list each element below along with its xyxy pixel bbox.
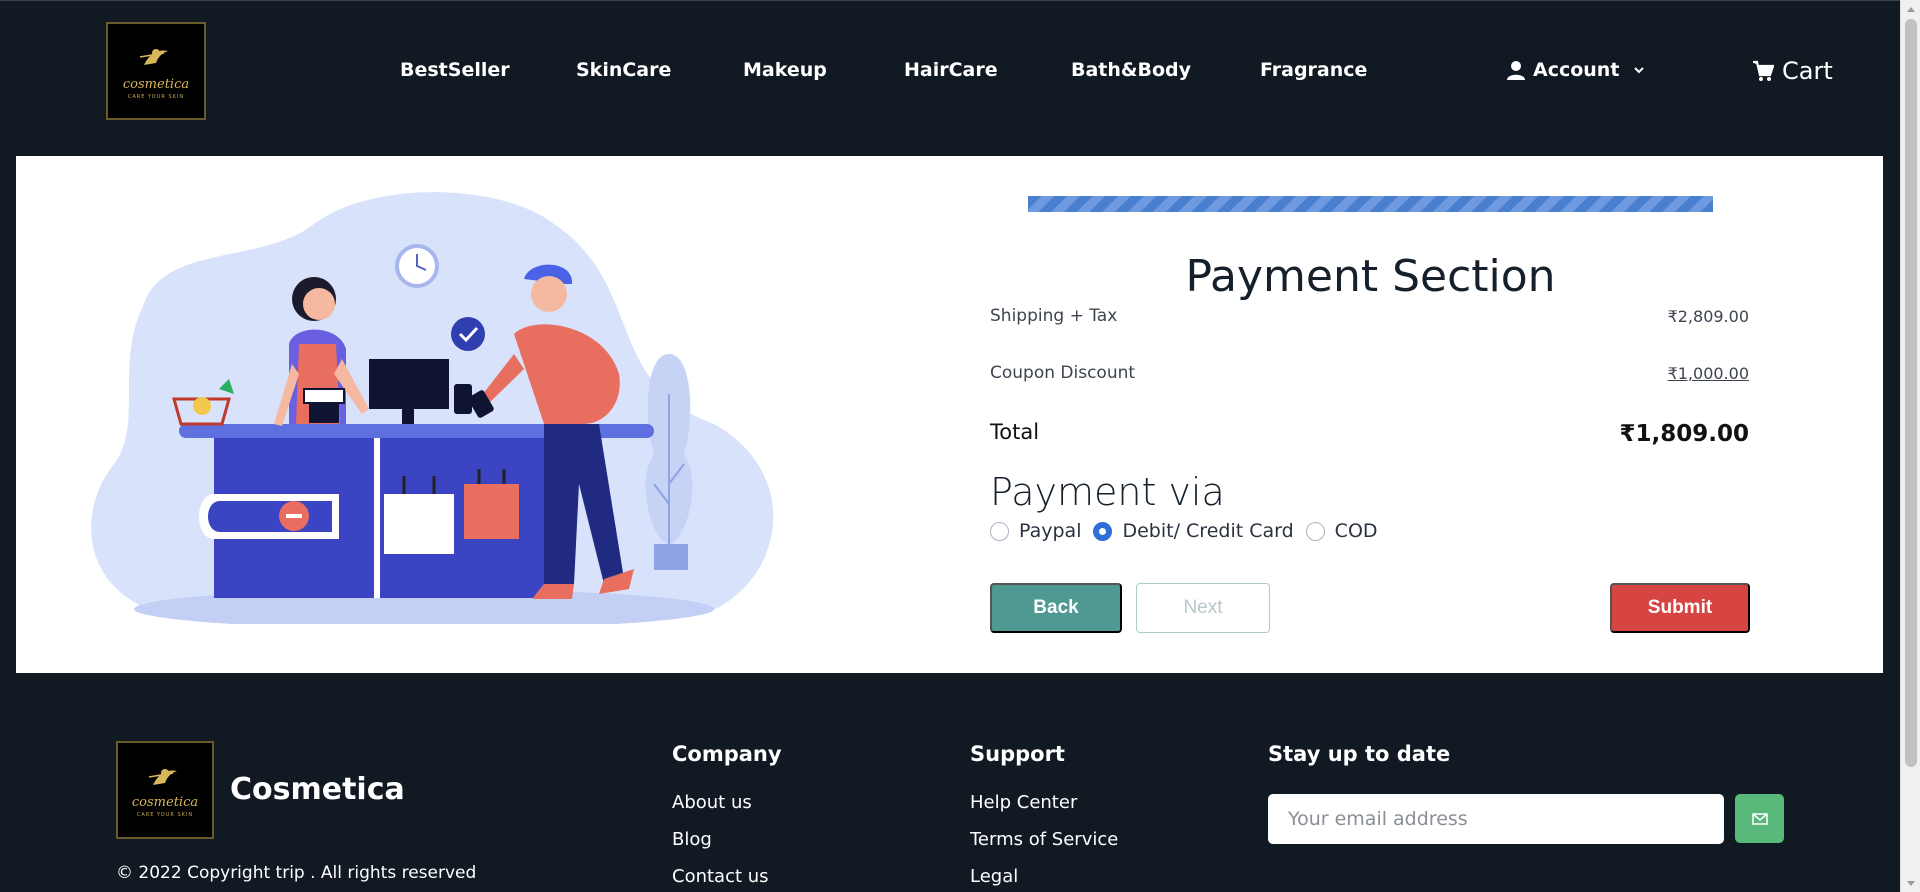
footer-link-blog[interactable]: Blog — [672, 829, 782, 850]
nav-bath-body[interactable]: Bath&Body — [1071, 59, 1191, 81]
newsletter-email-input[interactable] — [1268, 794, 1724, 844]
logo-figure-icon — [148, 768, 177, 785]
scroll-up-arrow-icon[interactable] — [1901, 0, 1920, 17]
footer-link-about[interactable]: About us — [672, 792, 782, 813]
footer-logo-word: cosmetica — [131, 794, 199, 810]
newsletter-submit-button[interactable] — [1735, 794, 1784, 843]
radio-paypal-label: Paypal — [1019, 520, 1082, 542]
page-title: Payment Section — [1185, 251, 1556, 302]
footer-brand-name: Cosmetica — [230, 772, 405, 807]
scroll-down-arrow-icon[interactable] — [1901, 875, 1920, 892]
account-label: Account — [1533, 59, 1620, 81]
logo-tagline: CARE YOUR SKIN — [127, 93, 185, 100]
account-menu[interactable]: Account — [1506, 59, 1646, 81]
payment-option-card[interactable]: Debit/ Credit Card — [1093, 520, 1294, 542]
footer-company-title: Company — [672, 742, 782, 766]
back-button[interactable]: Back — [990, 583, 1122, 633]
nav-bestseller[interactable]: BestSeller — [400, 59, 510, 81]
payment-via-heading: Payment via — [990, 470, 1225, 514]
submit-button[interactable]: Submit — [1610, 583, 1750, 633]
radio-card-label: Debit/ Credit Card — [1122, 520, 1294, 542]
page-scrollbar[interactable] — [1900, 0, 1920, 892]
copyright-text: © 2022 Copyright trip . All rights reser… — [116, 863, 477, 883]
brand-logo[interactable]: cosmetica CARE YOUR SKIN — [106, 22, 206, 120]
nav-fragrance[interactable]: Fragrance — [1260, 59, 1367, 81]
progress-fill — [1028, 196, 1713, 212]
footer-newsletter-title: Stay up to date — [1268, 742, 1451, 766]
radio-paypal[interactable] — [990, 521, 1009, 541]
cashier-illustration — [91, 192, 774, 624]
coupon-discount-value: ₹1,000.00 — [1667, 364, 1749, 383]
radio-cod[interactable] — [1305, 521, 1325, 541]
shipping-tax-value: ₹2,809.00 — [1667, 307, 1749, 326]
radio-cod-label: COD — [1334, 520, 1378, 542]
payment-option-cod[interactable]: COD — [1305, 520, 1378, 542]
total-value: ₹1,809.00 — [1619, 421, 1750, 447]
nav-haircare[interactable]: HairCare — [904, 59, 998, 81]
footer-support-column: Support Help Center Terms of Service Leg… — [970, 742, 1118, 892]
footer-newsletter-column: Stay up to date — [1268, 742, 1450, 792]
cart-icon — [1753, 60, 1774, 81]
payment-option-paypal[interactable]: Paypal — [990, 520, 1081, 542]
radio-card[interactable] — [1093, 521, 1113, 541]
checkout-progress-bar — [1028, 196, 1713, 212]
footer-logo[interactable]: cosmetica CARE YOUR SKIN — [116, 741, 214, 839]
chevron-down-icon — [1634, 67, 1645, 74]
footer-link-help[interactable]: Help Center — [970, 792, 1118, 813]
total-label: Total — [990, 420, 1040, 444]
navbar: cosmetica CARE YOUR SKIN BestSeller Skin… — [0, 0, 1900, 155]
footer-link-legal[interactable]: Legal — [970, 866, 1118, 887]
cart-link[interactable]: Cart — [1752, 57, 1833, 85]
next-button[interactable]: Next — [1136, 583, 1270, 633]
footer-link-terms[interactable]: Terms of Service — [970, 829, 1118, 850]
checkout-card: Payment Section Shipping + Tax ₹2,809.00… — [16, 156, 1883, 673]
coupon-discount-label: Coupon Discount — [990, 363, 1136, 383]
shipping-tax-label: Shipping + Tax — [990, 306, 1118, 326]
footer-logo-tagline: CARE YOUR SKIN — [136, 811, 194, 818]
footer-link-contact[interactable]: Contact us — [672, 866, 782, 887]
scrollbar-thumb[interactable] — [1905, 19, 1917, 767]
footer-support-title: Support — [970, 742, 1065, 766]
cart-label: Cart — [1782, 57, 1833, 85]
footer-company-column: Company About us Blog Contact us — [672, 742, 782, 892]
logo-figure-icon — [139, 48, 168, 65]
payment-method-group: Paypal Debit/ Credit Card COD — [990, 520, 1390, 542]
logo-word: cosmetica — [122, 76, 190, 92]
nav-skincare[interactable]: SkinCare — [576, 59, 671, 81]
nav-makeup[interactable]: Makeup — [743, 59, 827, 81]
envelope-icon — [1751, 812, 1768, 825]
user-icon — [1507, 61, 1525, 80]
